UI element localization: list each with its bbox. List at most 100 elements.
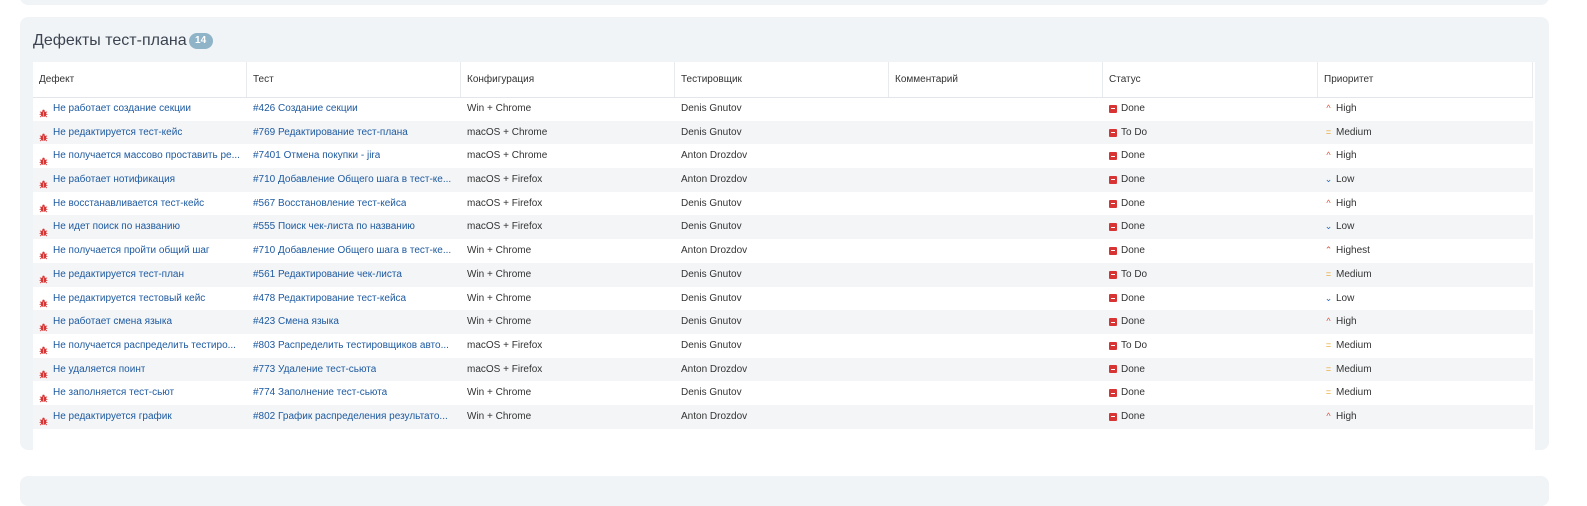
table-row[interactable]: Не получается распределить тестиро... #80…	[33, 334, 1533, 358]
comment-cell	[889, 287, 1103, 311]
test-link[interactable]: #423 Смена языка	[247, 310, 461, 334]
defect-link[interactable]: Не редактируется тест-кейс	[33, 121, 247, 145]
test-link[interactable]: #478 Редактирование тест-кейса	[247, 287, 461, 311]
table-row[interactable]: Не редактируется тест-кейс #769 Редактиро…	[33, 120, 1533, 145]
tester-cell: Denis Gnutov	[681, 103, 742, 114]
status-cell: To Do	[1103, 121, 1318, 145]
defect-link[interactable]: Не заполняется тест-сьют	[33, 381, 247, 405]
column-header-tester[interactable]: Тестировщик	[675, 62, 889, 97]
table-row[interactable]: Не удаляется поинт #773 Удаление тест-сью…	[33, 357, 1533, 382]
test-name: #774 Заполнение тест-сьюта	[253, 387, 388, 399]
count-badge: 14	[188, 33, 213, 49]
test-link[interactable]: #555 Поиск чек-листа по названию	[247, 215, 461, 239]
status-label: Done	[1121, 245, 1145, 257]
defects-table: Дефект Тест Конфигурация Тестировщик Ком…	[33, 62, 1535, 450]
next-panel	[20, 476, 1549, 506]
status-icon	[1109, 365, 1117, 374]
defect-name: Не редактируется тест-кейс	[53, 126, 183, 138]
configuration-cell: Win + Chrome	[467, 410, 532, 422]
test-link[interactable]: #567 Восстановление тест-кейса	[247, 192, 461, 216]
status-label: Done	[1121, 221, 1145, 233]
table-row[interactable]: Не работает нотификация #710 Добавление О…	[33, 168, 1533, 192]
defect-link[interactable]: Не идет поиск по названию	[33, 215, 247, 239]
defect-name: Не работает создание секции	[53, 103, 191, 114]
table-row[interactable]: Не заполняется тест-сьют #774 Заполнение …	[33, 381, 1533, 405]
comment-cell	[889, 97, 1103, 121]
defect-link[interactable]: Не работает нотификация	[33, 168, 247, 192]
table-header: Дефект Тест Конфигурация Тестировщик Ком…	[33, 62, 1533, 98]
table-row[interactable]: Не работает создание секции #426 Создание…	[33, 97, 1533, 121]
status-cell: Done	[1103, 97, 1318, 121]
test-link[interactable]: #561 Редактирование чек-листа	[247, 263, 461, 287]
defect-link[interactable]: Не получается пройти общий шаг	[33, 239, 247, 263]
bug-icon	[39, 341, 48, 355]
defect-name: Не идет поиск по названию	[53, 221, 180, 233]
bug-icon	[39, 318, 48, 331]
test-name: #567 Восстановление тест-кейса	[253, 197, 407, 209]
status-icon	[1109, 341, 1117, 350]
bug-icon	[39, 294, 48, 308]
defect-link[interactable]: Не получается распределить тестиро...	[33, 334, 247, 358]
priority-cell: = Medium	[1318, 381, 1533, 405]
column-header-test[interactable]: Тест	[247, 62, 461, 97]
defect-link[interactable]: Не редактируется тестовый кейс	[33, 287, 247, 311]
defect-name: Не заполняется тест-сьют	[53, 387, 175, 399]
table-row[interactable]: Не работает смена языка #423 Смена языка W…	[33, 310, 1533, 334]
test-link[interactable]: #426 Создание секции	[247, 97, 461, 121]
configuration-cell: Win + Chrome	[467, 268, 532, 280]
status-cell: Done	[1103, 358, 1318, 382]
priority-label: High	[1336, 197, 1357, 209]
defect-name: Не получается пройти общий шаг	[53, 245, 210, 257]
bug-icon	[39, 175, 48, 189]
defect-link[interactable]: Не удаляется поинт	[33, 358, 247, 382]
table-row[interactable]: Не получается пройти общий шаг #710 Добав…	[33, 239, 1533, 263]
tester-cell: Anton Drozdov	[681, 150, 748, 162]
configuration-cell: Win + Chrome	[467, 292, 532, 304]
defect-link[interactable]: Не работает смена языка	[33, 310, 247, 334]
table-row[interactable]: Не восстанавливается тест-кейс #567 Восст…	[33, 192, 1533, 216]
column-header-configuration[interactable]: Конфигурация	[461, 62, 675, 97]
test-link[interactable]: #802 График распределения результато...	[247, 405, 461, 429]
bug-icon	[39, 128, 48, 142]
comment-cell	[889, 310, 1103, 334]
priority-label: Low	[1336, 221, 1355, 233]
test-link[interactable]: #803 Распределить тестировщиков авто...	[247, 334, 461, 358]
comment-cell	[889, 334, 1103, 358]
defect-link[interactable]: Не восстанавливается тест-кейс	[33, 192, 247, 216]
bug-icon	[39, 104, 48, 118]
test-link[interactable]: #710 Добавление Общего шага в тест-ке...	[247, 239, 461, 263]
status-cell: Done	[1103, 192, 1318, 216]
status-label: Done	[1121, 103, 1145, 114]
table-row[interactable]: Не редактируется график #802 График распр…	[33, 404, 1533, 429]
test-link[interactable]: #773 Удаление тест-сьюта	[247, 358, 461, 382]
chevron-up-icon: ^	[1326, 410, 1331, 421]
test-link[interactable]: #774 Заполнение тест-сьюта	[247, 381, 461, 405]
defect-link[interactable]: Не редактируется тест-план	[33, 263, 247, 287]
priority-label: High	[1336, 150, 1357, 162]
defect-link[interactable]: Не получается массово проставить ре...	[33, 144, 247, 168]
column-header-status[interactable]: Статус	[1103, 62, 1318, 97]
chevron-up-icon: ^	[1326, 150, 1331, 161]
defect-link[interactable]: Не работает создание секции	[33, 97, 247, 121]
previous-panel	[20, 0, 1549, 5]
test-link[interactable]: #7401 Отмена покупки - jira	[247, 144, 461, 168]
defect-link[interactable]: Не редактируется график	[33, 405, 247, 429]
table-row[interactable]: Не редактируется тестовый кейс #478 Редак…	[33, 287, 1533, 311]
table-row[interactable]: Не редактируется тест-план #561 Редактиро…	[33, 262, 1533, 287]
column-header-defect[interactable]: Дефект	[33, 62, 247, 97]
priority-cell: ⌄ Low	[1318, 168, 1533, 192]
column-header-priority[interactable]: Приоритет	[1318, 62, 1533, 97]
table-row[interactable]: Не получается массово проставить ре... #7…	[33, 144, 1533, 168]
bug-icon	[39, 199, 48, 213]
test-name: #803 Распределить тестировщиков авто...	[253, 339, 449, 351]
status-cell: To Do	[1103, 263, 1318, 287]
column-header-comment[interactable]: Комментарий	[889, 62, 1103, 97]
test-link[interactable]: #769 Редактирование тест-плана	[247, 121, 461, 145]
priority-label: Medium	[1336, 268, 1372, 280]
priority-label: Low	[1336, 174, 1355, 186]
status-cell: Done	[1103, 168, 1318, 192]
test-link[interactable]: #710 Добавление Общего шага в тест-ке...	[247, 168, 461, 192]
status-label: Done	[1121, 150, 1145, 162]
defect-name: Не получается массово проставить ре...	[53, 150, 240, 162]
table-row[interactable]: Не идет поиск по названию #555 Поиск чек-…	[33, 215, 1533, 240]
